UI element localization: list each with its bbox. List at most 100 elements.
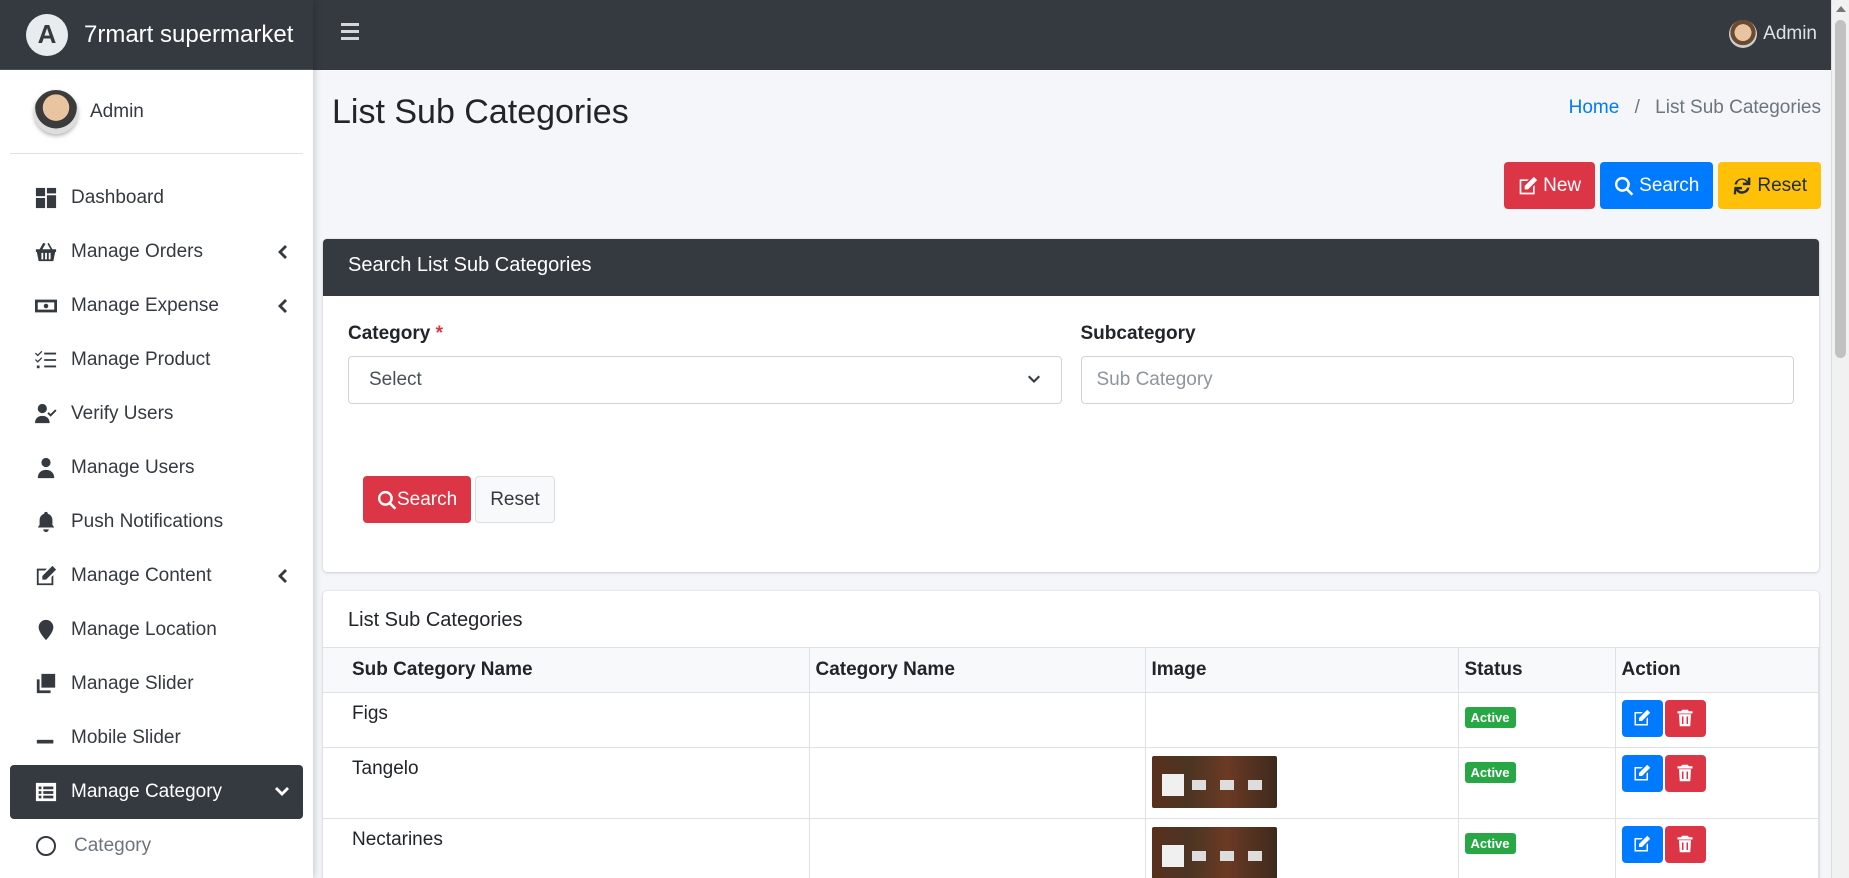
sidebar-item-mobile-slider[interactable]: Mobile Slider: [10, 711, 303, 765]
sidebar-item-push-notifications[interactable]: Push Notifications: [10, 495, 303, 549]
sidebar-item-dashboard[interactable]: Dashboard: [10, 171, 303, 225]
basket-icon: [33, 241, 59, 263]
search-card-title: Search List Sub Categories: [323, 239, 1819, 296]
subcategory-table: Sub Category Name Category Name Image St…: [323, 648, 1819, 878]
search-card: Search List Sub Categories Category * Se…: [323, 239, 1819, 572]
form-search-button[interactable]: Search: [363, 476, 472, 523]
delete-button[interactable]: [1664, 825, 1706, 863]
column-header: Action: [1614, 648, 1819, 693]
sync-icon: [1734, 177, 1751, 194]
column-header: Status: [1457, 648, 1616, 693]
chevron-left-icon: [275, 567, 289, 585]
status-badge: Active: [1464, 706, 1516, 728]
breadcrumb-current: List Sub Categories: [1655, 97, 1821, 118]
avatar: [1729, 20, 1758, 48]
subcategory-name-cell: Nectarines: [323, 817, 810, 878]
subcategory-name-cell: Figs: [323, 691, 810, 748]
edit-button[interactable]: [1621, 825, 1663, 863]
trash-icon: [1677, 835, 1693, 853]
subcategory-field-group: Subcategory Sub Category: [1080, 323, 1794, 404]
sidebar-item-manage-content[interactable]: Manage Content: [10, 549, 303, 603]
search-button[interactable]: Search: [1600, 162, 1714, 209]
sidebar-item-label: Manage Location: [71, 619, 217, 640]
sidebar-item-label: Dashboard: [71, 187, 164, 208]
edit-icon: [1519, 176, 1538, 194]
column-header: Sub Category Name: [323, 648, 810, 693]
trash-icon: [1677, 709, 1693, 727]
clone-icon: [33, 673, 59, 695]
edit-icon: [33, 565, 59, 587]
user-panel[interactable]: Admin: [10, 70, 303, 154]
category-name-cell: [808, 817, 1146, 878]
table-header-row: Sub Category Name Category Name Image St…: [323, 648, 1819, 693]
table-row: Nectarines Active: [323, 817, 1819, 878]
sidebar-item-manage-slider[interactable]: Manage Slider: [10, 657, 303, 711]
status-cell: Active: [1457, 817, 1616, 878]
top-user-menu[interactable]: Admin: [1729, 20, 1817, 48]
scroll-up-arrow-icon[interactable]: [1832, 0, 1849, 17]
status-cell: Active: [1457, 691, 1616, 748]
delete-button[interactable]: [1664, 754, 1706, 792]
search-button-label: Search: [1639, 174, 1700, 196]
sidebar-item-label: Manage Orders: [71, 241, 204, 262]
action-cell: [1614, 691, 1819, 748]
edit-icon: [1634, 835, 1651, 852]
image-cell: [1144, 817, 1459, 878]
sidebar-nav: Dashboard Manage Orders Manage Expense M…: [0, 171, 313, 873]
reset-button[interactable]: Reset: [1718, 162, 1821, 209]
bell-icon: [33, 511, 59, 533]
search-form-buttons: Search Reset: [363, 476, 555, 523]
top-user-name: Admin: [1763, 23, 1817, 44]
chevron-down-icon: [275, 783, 289, 801]
chevron-left-icon: [275, 297, 289, 315]
sidebar-item-label: Manage Product: [71, 349, 211, 370]
tasks-icon: [33, 349, 59, 371]
sidebar-item-manage-expense[interactable]: Manage Expense: [10, 279, 303, 333]
brand-link[interactable]: A 7rmart supermarket: [0, 0, 313, 70]
image-cell: [1144, 746, 1459, 819]
hamburger-menu-icon[interactable]: [341, 23, 361, 43]
column-header: Image: [1144, 648, 1459, 693]
status-badge: Active: [1464, 761, 1516, 783]
breadcrumb: Home / List Sub Categories: [1569, 97, 1821, 119]
sidebar-item-label: Manage Expense: [71, 295, 219, 316]
category-field-group: Category * Select: [348, 323, 1062, 404]
delete-button[interactable]: [1664, 699, 1706, 737]
category-name-cell: [808, 746, 1146, 819]
sidebar-item-verify-users[interactable]: Verify Users: [10, 387, 303, 441]
category-select[interactable]: Select: [348, 356, 1062, 404]
action-cell: [1614, 746, 1819, 819]
scrollbar-thumb[interactable]: [1835, 20, 1846, 358]
search-icon: [1615, 176, 1634, 196]
form-reset-button-label: Reset: [490, 488, 540, 510]
list-alt-icon: [33, 781, 59, 803]
subcategory-input[interactable]: Sub Category: [1080, 356, 1794, 404]
sidebar-item-manage-orders[interactable]: Manage Orders: [10, 225, 303, 279]
breadcrumb-home-link[interactable]: Home: [1569, 97, 1620, 118]
edit-button[interactable]: [1621, 754, 1663, 792]
sidebar-item-category[interactable]: Category: [10, 819, 303, 873]
required-mark: *: [435, 323, 444, 344]
search-form: Category * Select Subcategory Sub Catego…: [348, 323, 1794, 404]
chevron-left-icon: [275, 243, 289, 261]
user-check-icon: [33, 403, 59, 425]
status-cell: Active: [1457, 746, 1616, 819]
form-reset-button[interactable]: Reset: [475, 476, 555, 523]
subcategory-label: Subcategory: [1080, 323, 1196, 344]
new-button[interactable]: New: [1504, 162, 1596, 209]
sidebar-item-label: Manage Slider: [71, 673, 194, 694]
edit-button[interactable]: [1621, 699, 1663, 737]
list-card: List Sub Categories Sub Category Name Ca…: [323, 591, 1819, 878]
sidebar-item-manage-category[interactable]: Manage Category: [10, 765, 303, 819]
subcategory-thumbnail-image: [1151, 755, 1277, 808]
page-scrollbar[interactable]: [1831, 0, 1849, 878]
breadcrumb-separator: /: [1634, 97, 1640, 118]
subcategory-name-cell: Tangelo: [323, 746, 810, 819]
category-label: Category *: [348, 323, 444, 344]
main-content: List Sub Categories Home / List Sub Cate…: [313, 70, 1831, 878]
sidebar-item-manage-product[interactable]: Manage Product: [10, 333, 303, 387]
sidebar-item-manage-users[interactable]: Manage Users: [10, 441, 303, 495]
category-name-cell: [808, 691, 1146, 748]
chevron-down-icon: [1027, 375, 1040, 383]
sidebar-item-manage-location[interactable]: Manage Location: [10, 603, 303, 657]
